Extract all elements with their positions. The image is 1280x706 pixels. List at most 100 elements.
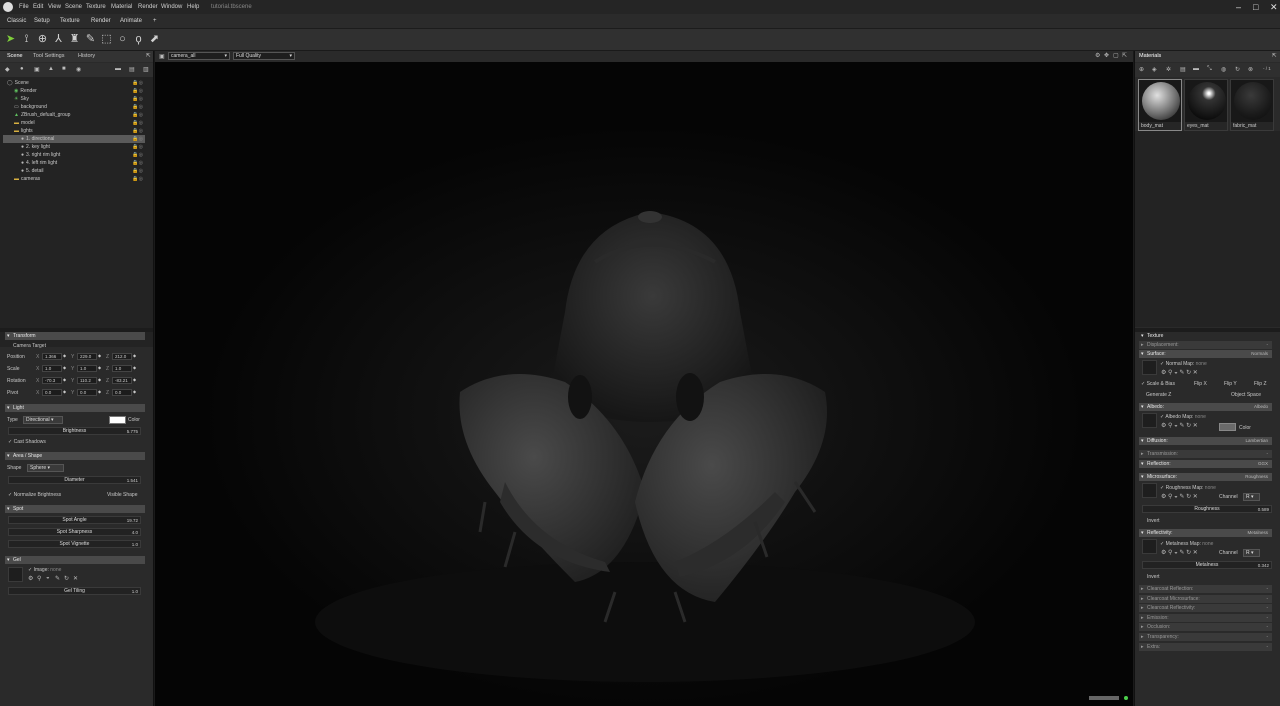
flip-z-checkbox[interactable]: Flip Z: [1254, 381, 1267, 387]
menu-material[interactable]: Material: [111, 4, 132, 10]
transform-x-field[interactable]: -70.3: [42, 377, 62, 384]
circle-select-icon[interactable]: ○: [116, 33, 129, 46]
add-light-icon[interactable]: ●: [20, 66, 24, 72]
lasso-icon[interactable]: ϙ: [132, 33, 145, 46]
camera-select[interactable]: camera_all ▾: [168, 52, 230, 60]
reflection-header[interactable]: Reflection:GGX: [1139, 460, 1272, 468]
gel-header[interactable]: Gel: [5, 556, 145, 564]
rotate-globe-icon[interactable]: ⊕: [36, 33, 49, 46]
tab-classic[interactable]: Classic: [7, 18, 26, 24]
scene-tree-item[interactable]: ● 4. left rim light 🔒◎: [3, 159, 145, 167]
menu-view[interactable]: View: [48, 4, 61, 10]
stepper-icon[interactable]: ◆: [63, 353, 66, 358]
texture-clear-icon[interactable]: ✕: [73, 575, 78, 582]
visibility-eye-icon[interactable]: 🔒◎: [132, 135, 143, 143]
move-gizmo-icon[interactable]: ⟟: [20, 33, 33, 46]
transform-x-field[interactable]: 0.0: [42, 389, 62, 396]
maximize-icon[interactable]: □: [1253, 2, 1258, 12]
spot-header[interactable]: Spot: [5, 505, 145, 513]
material-filter-icon[interactable]: ✲: [1166, 66, 1171, 73]
scene-tree-item[interactable]: ◯ Scene 🔒◎: [3, 79, 145, 87]
stepper-icon[interactable]: ◆: [98, 389, 101, 394]
menu-texture[interactable]: Texture: [86, 4, 106, 10]
add-tab-button[interactable]: +: [153, 18, 157, 24]
duplicate-icon[interactable]: ▤: [129, 66, 135, 73]
visibility-eye-icon[interactable]: 🔒◎: [132, 79, 143, 87]
scene-tree-item[interactable]: ▬ lights 🔒◎: [3, 127, 145, 135]
transform-z-field[interactable]: 0.0: [112, 389, 132, 396]
transform-z-field[interactable]: 212.0: [112, 353, 132, 360]
scene-tree-item[interactable]: ▲ ZBrush_defualt_group 🔒◎: [3, 111, 145, 119]
scene-tree-item[interactable]: ● 2. key light 🔒◎: [3, 143, 145, 151]
viewport-move-icon[interactable]: ✥: [1104, 52, 1109, 59]
texture-open-icon[interactable]: ◒: [46, 575, 50, 581]
viewport-settings-icon[interactable]: ⚙: [1095, 52, 1100, 59]
visibility-eye-icon[interactable]: 🔒◎: [132, 119, 143, 127]
add-fog-icon[interactable]: ◉: [76, 66, 81, 73]
paint-brush-icon[interactable]: ✎: [84, 33, 97, 46]
visibility-eye-icon[interactable]: 🔒◎: [132, 95, 143, 103]
collapsed-section-header[interactable]: Occlusion:-: [1139, 623, 1272, 632]
viewport-frame-icon[interactable]: ▢: [1113, 52, 1119, 59]
roughness-channel-select[interactable]: R ▾: [1243, 493, 1260, 501]
tab-history[interactable]: History: [78, 53, 95, 59]
stepper-icon[interactable]: ◆: [63, 377, 66, 382]
scene-tree-item[interactable]: ● 5. detail 🔒◎: [3, 167, 145, 175]
collapsed-section-header[interactable]: Clearcoat Microsurface:-: [1139, 594, 1272, 603]
normal-settings-icon[interactable]: ⚙ ⚲ ◒ ✎ ↻ ✕: [1161, 369, 1198, 376]
collapsed-section-header[interactable]: Clearcoat Reflection:-: [1139, 585, 1272, 593]
stepper-icon[interactable]: ◆: [133, 389, 136, 394]
texture-search-icon[interactable]: ⚲: [37, 575, 41, 582]
scale-axes-icon[interactable]: ⅄: [52, 33, 65, 46]
tab-setup[interactable]: Setup: [34, 18, 50, 24]
visibility-eye-icon[interactable]: 🔒◎: [132, 167, 143, 175]
camera-target-label[interactable]: Camera Target: [13, 343, 46, 349]
camera-orbit-icon[interactable]: ♜: [68, 33, 81, 46]
albedo-map-thumbnail[interactable]: [1142, 413, 1157, 428]
stepper-icon[interactable]: ◆: [63, 389, 66, 394]
spot-slider[interactable]: Spot Angle 19.72: [8, 516, 141, 524]
texture-settings-icon[interactable]: ⚙: [28, 575, 33, 582]
gel-image-thumbnail[interactable]: [8, 567, 23, 582]
tab-animate[interactable]: Animate: [120, 18, 142, 24]
roughness-map-thumbnail[interactable]: [1142, 483, 1157, 498]
visibility-eye-icon[interactable]: 🔒◎: [132, 87, 143, 95]
visibility-eye-icon[interactable]: 🔒◎: [132, 159, 143, 167]
menu-window[interactable]: Window: [161, 4, 182, 10]
menu-edit[interactable]: Edit: [33, 4, 43, 10]
visibility-eye-icon[interactable]: 🔒◎: [132, 111, 143, 119]
material-thumb-body[interactable]: body_mat: [1138, 79, 1182, 131]
scene-tree-item[interactable]: ▬ cameras 🔒◎: [3, 175, 145, 183]
transform-y-field[interactable]: 110.2: [77, 377, 97, 384]
transform-y-field[interactable]: 0.0: [77, 389, 97, 396]
stepper-icon[interactable]: ◆: [98, 353, 101, 358]
menu-help[interactable]: Help: [187, 4, 199, 10]
viewport-popout-icon[interactable]: ⇱: [1122, 52, 1127, 59]
diameter-slider[interactable]: Diameter 1.541: [8, 476, 141, 484]
texture-reload-icon[interactable]: ↻: [64, 575, 69, 582]
material-thumb-eyes[interactable]: eyes_mat: [1184, 79, 1228, 131]
metalness-invert-checkbox[interactable]: Invert: [1147, 574, 1160, 580]
stepper-icon[interactable]: ◆: [133, 365, 136, 370]
visibility-eye-icon[interactable]: 🔒◎: [132, 151, 143, 159]
material-copy-icon[interactable]: ▤: [1180, 66, 1186, 73]
transform-x-field[interactable]: 1.0: [42, 365, 62, 372]
spot-slider[interactable]: Spot Vignette 1.0: [8, 540, 141, 548]
duplicate-material-icon[interactable]: ◈: [1152, 66, 1157, 73]
viewport-camera-icon[interactable]: ▣: [159, 53, 165, 60]
menu-render[interactable]: Render: [138, 4, 158, 10]
displacement-header[interactable]: Displacement:-: [1139, 341, 1272, 349]
materials-popout-icon[interactable]: ⇱: [1272, 53, 1277, 59]
new-folder-icon[interactable]: ▬: [115, 66, 121, 72]
scene-tree-item[interactable]: ☀ Sky 🔒◎: [3, 95, 145, 103]
pick-material-icon[interactable]: ⬈: [148, 33, 161, 46]
scene-tree-item[interactable]: ● 3. right rim light 🔒◎: [3, 151, 145, 159]
metalness-tools-icon[interactable]: ⚙ ⚲ ◒ ✎ ↻ ✕: [1161, 549, 1198, 556]
scene-tree-item[interactable]: ● 1. directional 🔒◎: [3, 135, 145, 143]
transform-y-field[interactable]: 1.0: [77, 365, 97, 372]
add-group-icon[interactable]: ■: [62, 66, 66, 72]
menu-file[interactable]: File: [19, 4, 29, 10]
visibility-eye-icon[interactable]: 🔒◎: [132, 143, 143, 151]
cast-shadows-checkbox[interactable]: ✓ Cast Shadows: [8, 439, 46, 445]
stepper-icon[interactable]: ◆: [98, 365, 101, 370]
